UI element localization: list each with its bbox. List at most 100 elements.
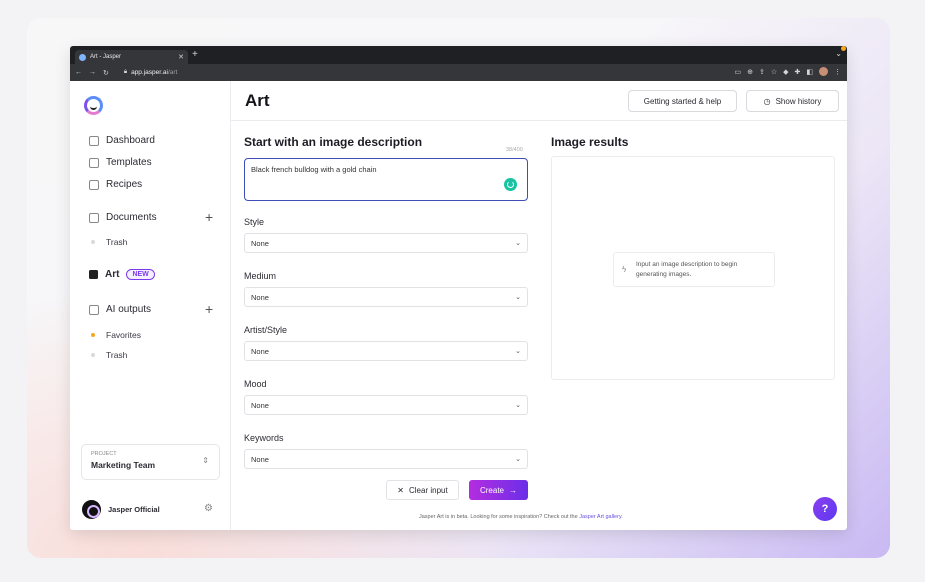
url-host: app.jasper.ai — [131, 69, 168, 76]
project-value: Marketing Team — [91, 460, 156, 470]
results-title: Image results — [551, 135, 629, 149]
artist-style-select[interactable]: None ⌄ — [244, 341, 528, 361]
close-icon: ✕ — [397, 485, 404, 495]
sidebar-item-documents-trash[interactable]: Trash — [91, 237, 127, 247]
chevron-updown-icon: ⇕ — [202, 456, 209, 465]
character-counter: 38/400 — [506, 147, 523, 153]
user-profile[interactable]: Jasper Official — [82, 500, 160, 519]
sidebar-item-dashboard[interactable]: Dashboard — [89, 135, 155, 146]
sidebar-item-templates[interactable]: Templates — [89, 157, 152, 168]
avatar — [82, 500, 101, 519]
style-label: Style — [244, 217, 265, 227]
sidebar-item-favorites[interactable]: Favorites — [91, 330, 141, 340]
results-hint: ϟ Input an image description to begin ge… — [613, 252, 775, 287]
arrow-right-icon: → — [509, 485, 517, 495]
sidebar: Dashboard Templates Recipes Documents + … — [70, 81, 231, 530]
new-tab-button[interactable]: + — [192, 49, 198, 60]
main-content: Art Getting started & help ◷ Show histor… — [231, 81, 847, 530]
style-select-value: None — [251, 238, 269, 248]
url-field[interactable]: app.jasper.ai/art — [131, 69, 177, 76]
browser-window: Art - Jasper ✕ + ⌄ ← → ↻ 🔒︎ app.jasper.a… — [70, 46, 847, 530]
profile-avatar-icon[interactable] — [819, 67, 828, 76]
medium-select[interactable]: None ⌄ — [244, 287, 528, 307]
extension-jasper-icon[interactable]: ◆ — [783, 68, 788, 76]
clear-input-button[interactable]: ✕ Clear input — [386, 480, 459, 500]
project-selector[interactable]: PROJECT Marketing Team ⇕ — [81, 444, 220, 480]
tab-title: Art - Jasper — [90, 54, 122, 60]
artist-style-select-value: None — [251, 346, 269, 356]
image-icon — [89, 270, 98, 279]
keywords-select-value: None — [251, 454, 269, 464]
mood-select-value: None — [251, 400, 269, 410]
style-select[interactable]: None ⌄ — [244, 233, 528, 253]
terminal-icon — [89, 179, 99, 190]
tab-close-icon[interactable]: ✕ — [178, 53, 184, 61]
zoom-icon[interactable]: ⊕ — [747, 68, 753, 76]
chevron-down-icon: ⌄ — [515, 348, 521, 355]
browser-menu-icon[interactable]: ⋮ — [834, 68, 841, 76]
sidebar-item-documents[interactable]: Documents + — [89, 209, 213, 225]
sidebar-item-label: Favorites — [106, 330, 141, 340]
browser-tabbar: Art - Jasper ✕ + ⌄ — [70, 46, 847, 64]
sidebar-item-label: Trash — [106, 237, 128, 247]
add-document-button[interactable]: + — [205, 209, 213, 225]
gear-icon[interactable]: ⚙ — [204, 503, 213, 514]
tab-favicon-icon — [79, 53, 86, 61]
add-output-button[interactable]: + — [205, 301, 213, 317]
keywords-select[interactable]: None ⌄ — [244, 449, 528, 469]
sidebar-item-label: Dashboard — [106, 135, 155, 146]
lightning-icon: ϟ — [622, 265, 627, 274]
gallery-link[interactable]: Jasper Art gallery — [579, 514, 621, 520]
help-button[interactable]: Getting started & help — [628, 90, 737, 112]
sidebar-item-label: Documents — [106, 212, 157, 223]
footer-text: Jasper Art is in beta. Looking for some … — [419, 514, 578, 520]
sidebar-item-outputs-trash[interactable]: Trash — [91, 350, 127, 360]
browser-tab[interactable]: Art - Jasper ✕ — [75, 50, 188, 64]
form-title: Start with an image description — [244, 135, 423, 149]
page-header: Art Getting started & help ◷ Show histor… — [231, 81, 847, 121]
sidebar-item-label: Recipes — [106, 179, 143, 190]
browser-extensions: ▭ ⊕ ⇪ ☆ ◆ ✚ ◧ ⋮ — [734, 67, 841, 76]
share-icon[interactable]: ⇪ — [759, 68, 765, 76]
artist-style-label: Artist/Style — [244, 325, 288, 335]
image-results-panel: ϟ Input an image description to begin ge… — [551, 156, 835, 380]
medium-select-value: None — [251, 292, 269, 302]
address-bar: ← → ↻ 🔒︎ app.jasper.ai/art ▭ ⊕ ⇪ ☆ ◆ ✚ ◧… — [70, 64, 847, 81]
show-history-button[interactable]: ◷ Show history — [746, 90, 839, 112]
clear-input-label: Clear input — [409, 485, 448, 495]
page-title: Art — [245, 91, 270, 110]
sidebar-item-ai-outputs[interactable]: AI outputs + — [89, 301, 213, 317]
medium-label: Medium — [244, 271, 277, 281]
results-hint-text: Input an image description to begin gene… — [636, 261, 738, 279]
grid-icon — [89, 157, 99, 168]
mood-select[interactable]: None ⌄ — [244, 395, 528, 415]
chevron-down-icon: ⌄ — [515, 402, 521, 409]
show-history-label: Show history — [775, 96, 822, 106]
new-badge: NEW — [126, 269, 155, 280]
chevron-down-icon: ⌄ — [515, 456, 521, 463]
sidebar-item-art[interactable]: Art NEW — [89, 269, 155, 280]
sidebar-item-recipes[interactable]: Recipes — [89, 179, 142, 190]
sidepanel-icon[interactable]: ◧ — [806, 68, 813, 76]
mood-label: Mood — [244, 379, 267, 389]
help-fab-button[interactable]: ? — [813, 497, 837, 521]
sidebar-item-label: Templates — [106, 157, 152, 168]
keywords-label: Keywords — [244, 433, 284, 443]
description-input[interactable]: Black french bulldog with a gold chain — [244, 158, 528, 201]
bookmark-star-icon[interactable]: ☆ — [771, 68, 777, 76]
description-text: Black french bulldog with a gold chain — [251, 165, 377, 174]
project-label: PROJECT — [91, 451, 117, 457]
sidebar-item-label: AI outputs — [106, 304, 152, 315]
loading-spinner-icon — [504, 178, 517, 191]
jasper-logo-icon[interactable] — [84, 96, 103, 115]
footer-suffix: . — [621, 514, 623, 520]
cast-icon[interactable]: ▭ — [734, 68, 741, 76]
back-icon[interactable]: ← — [75, 69, 82, 76]
reload-icon[interactable]: ↻ — [103, 69, 109, 77]
extensions-puzzle-icon[interactable]: ✚ — [795, 68, 801, 76]
forward-icon[interactable]: → — [89, 69, 96, 76]
create-button[interactable]: Create → — [469, 480, 528, 500]
bullet-icon — [91, 333, 95, 337]
home-icon — [89, 135, 99, 146]
document-icon — [89, 212, 99, 223]
